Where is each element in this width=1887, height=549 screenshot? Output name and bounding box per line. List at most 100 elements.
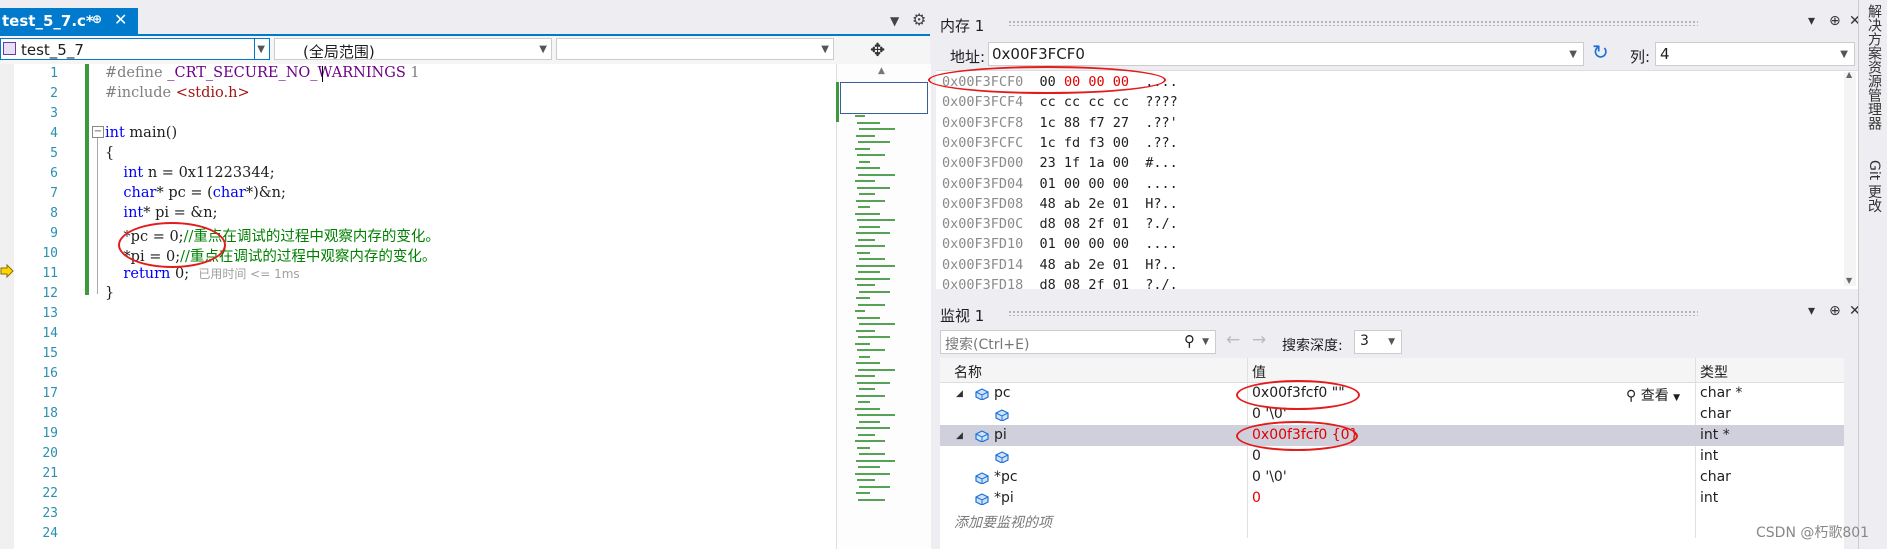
scroll-up-icon[interactable]: ▲ [1846, 70, 1852, 79]
columns-label: 列: [1630, 48, 1651, 66]
minimap-line [855, 472, 890, 475]
document-tab-strip [0, 0, 930, 36]
document-tab[interactable]: test_5_7.c* ⊕ ✕ [0, 8, 138, 34]
search-icon[interactable]: ⚲ [1184, 332, 1195, 350]
watch-value[interactable]: 0 '\0' [1252, 469, 1287, 485]
line-number: 7 [50, 186, 58, 201]
tab-dropdown-icon[interactable]: ▼ [890, 14, 899, 28]
watch-name[interactable]: pi [994, 427, 1007, 443]
minimap-line [855, 342, 870, 345]
expand-collapse-icon[interactable]: ◢ [956, 431, 963, 441]
function-dropdown[interactable]: ▼ [556, 38, 834, 60]
indicator-margin[interactable] [0, 64, 14, 549]
side-tab-git-changes[interactable]: Git 更改 [1864, 160, 1884, 213]
add-watch-item[interactable]: 添加要监视的项 [954, 512, 1052, 532]
memory-row[interactable]: 0x00F3FD18 d8 08 2f 01 ?./. [942, 277, 1178, 293]
minimap-up-icon[interactable]: ▲ [878, 66, 885, 76]
minimap-line [857, 219, 895, 221]
chevron-down-icon: ▼ [821, 44, 829, 55]
project-dropdown[interactable]: test_5_7 ▼ [0, 38, 270, 60]
memory-chars: H?.. [1145, 256, 1178, 273]
search-depth-value: 3 [1360, 333, 1369, 349]
header-type[interactable]: 类型 [1700, 362, 1728, 382]
address-input[interactable]: 0x00F3FCF0 ▼ [988, 42, 1584, 66]
line-number: 11 [42, 266, 58, 281]
memory-bytes: d8 08 2f 01 [1039, 216, 1129, 233]
memory-row[interactable]: 0x00F3FD14 48 ab 2e 01 H?.. [942, 257, 1178, 273]
watch-value[interactable]: 0 [1252, 448, 1261, 464]
column-divider[interactable] [1695, 358, 1696, 538]
gear-icon[interactable]: ⚙ [912, 10, 926, 29]
header-name[interactable]: 名称 [954, 362, 982, 382]
memory-row[interactable]: 0x00F3FD0C d8 08 2f 01 ?./. [942, 216, 1178, 232]
watch-name[interactable]: *pi [994, 490, 1014, 506]
minimap-line [858, 498, 885, 501]
panel-menu-icon[interactable]: ▾ [1808, 13, 1815, 29]
watch-name[interactable]: pc [994, 385, 1011, 401]
memory-row[interactable]: 0x00F3FD10 01 00 00 00 .... [942, 236, 1178, 252]
minimap-line [855, 310, 865, 312]
memory-row[interactable]: 0x00F3FCF4 cc cc cc cc ???? [942, 94, 1178, 110]
minimap-line [855, 115, 865, 117]
memory-row[interactable]: 0x00F3FCFC 1c fd f3 00 .??. [942, 135, 1178, 151]
watch-value[interactable]: 0 [1252, 490, 1261, 506]
chevron-down-icon[interactable]: ▼ [1202, 337, 1209, 347]
line-number: 24 [42, 526, 58, 541]
annotation-circle-pc [1236, 380, 1360, 410]
memory-address: 0x00F3FCF4 [942, 94, 1024, 111]
side-tab-solution-explorer[interactable]: 解决方案资源管理器 [1864, 4, 1884, 130]
memory-panel-title: 内存 1 [940, 17, 985, 35]
search-depth-dropdown[interactable]: 3 ▼ [1354, 330, 1402, 354]
watch-search-input[interactable]: 搜索(Ctrl+E) ⚲ ▼ [940, 330, 1216, 354]
minimap-line [859, 290, 890, 293]
minimap-line [858, 303, 885, 306]
pin-icon[interactable]: ⊕ [1829, 303, 1841, 319]
minimap-line [856, 427, 890, 429]
line-number: 18 [42, 406, 58, 421]
watch-name[interactable]: *pc [994, 469, 1018, 485]
panel-menu-icon[interactable]: ▾ [1808, 303, 1815, 319]
annotation-circle-memory [928, 66, 1166, 94]
memory-row[interactable]: 0x00F3FD00 23 1f 1a 00 #... [942, 155, 1178, 171]
search-icon: ⚲ [1626, 388, 1637, 404]
minimap-line [859, 160, 870, 163]
header-value[interactable]: 值 [1252, 362, 1266, 382]
pin-icon[interactable]: ⊕ [1829, 13, 1841, 29]
minimap-line [856, 394, 885, 397]
memory-row[interactable]: 0x00F3FD04 01 00 00 00 .... [942, 176, 1178, 192]
memory-address: 0x00F3FCF8 [942, 114, 1024, 131]
variable-icon [994, 409, 1010, 422]
chevron-down-icon: ▼ [1673, 393, 1681, 403]
close-tab-icon[interactable]: ✕ [114, 10, 127, 29]
chevron-down-icon: ▼ [1569, 49, 1577, 60]
scroll-down-icon[interactable]: ▼ [1846, 276, 1852, 285]
pin-icon[interactable]: ⊕ [92, 12, 102, 26]
minimap-line [857, 479, 875, 481]
refresh-icon[interactable]: ↻ [1592, 40, 1609, 64]
minimap-viewport[interactable] [840, 82, 928, 114]
watch-type: int [1700, 490, 1719, 506]
memory-address: 0x00F3FD08 [942, 195, 1024, 212]
arrow-left-icon[interactable]: ← [1226, 330, 1240, 350]
line-number: 6 [50, 166, 58, 181]
scope-dropdown[interactable]: (全局范围) ▼ [274, 38, 552, 61]
watermark: CSDN @朽歌801 [1756, 525, 1870, 541]
minimap-line [855, 245, 885, 247]
document-tab-title: test_5_7.c* [2, 12, 94, 30]
arrow-right-icon[interactable]: → [1252, 330, 1266, 350]
line-number: 23 [42, 506, 58, 521]
memory-row[interactable]: 0x00F3FD08 48 ab 2e 01 H?.. [942, 196, 1178, 212]
columns-dropdown[interactable]: 4 ▼ [1655, 42, 1855, 66]
view-button[interactable]: ⚲ 查看 ▼ [1626, 385, 1680, 405]
collapse-icon[interactable]: − [92, 126, 104, 138]
minimap-line [858, 141, 890, 143]
split-window-icon[interactable]: ✥ [870, 40, 885, 61]
variable-icon [994, 451, 1010, 464]
watch-type: char [1700, 406, 1731, 422]
memory-row[interactable]: 0x00F3FCF8 1c 88 f7 27 .??' [942, 115, 1178, 131]
line-number: 17 [42, 386, 58, 401]
line-number: 20 [42, 446, 58, 461]
minimap[interactable] [836, 64, 931, 549]
expand-collapse-icon[interactable]: ◢ [956, 389, 963, 399]
memory-scrollbar[interactable] [1844, 72, 1856, 286]
